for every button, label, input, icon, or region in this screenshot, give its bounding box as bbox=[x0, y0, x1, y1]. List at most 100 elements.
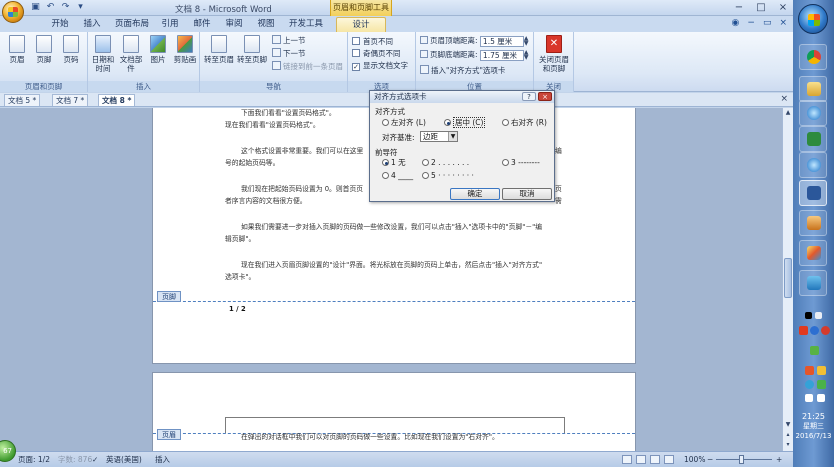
goto-footer-button[interactable]: 转至页脚 bbox=[237, 35, 267, 64]
next-section-button[interactable]: 下一节 bbox=[272, 48, 306, 59]
tab-insert[interactable]: 插入 bbox=[80, 17, 104, 32]
close-document-icon[interactable]: × bbox=[780, 94, 788, 104]
leader-dots-radio[interactable]: 2 . . . . . . . bbox=[422, 158, 469, 167]
file-manager-icon[interactable] bbox=[799, 76, 827, 102]
align-center-radio[interactable]: 居中 (C) bbox=[444, 117, 486, 128]
start-button[interactable] bbox=[798, 4, 828, 34]
align-left-radio[interactable]: 左对齐 (L) bbox=[382, 118, 426, 127]
header-top-input[interactable]: 1.5 厘米 bbox=[479, 35, 524, 47]
word-count[interactable]: 字数: 876 bbox=[58, 452, 92, 467]
leader-dashes-radio[interactable]: 3 -------- bbox=[502, 158, 540, 167]
tray-box-icon[interactable] bbox=[805, 312, 812, 319]
word-icon[interactable] bbox=[799, 180, 827, 206]
save-icon[interactable]: ▣ bbox=[30, 2, 41, 13]
scroll-up-icon[interactable]: ▲ bbox=[783, 108, 793, 118]
insert-alignment-tab-button[interactable]: 插入"对齐方式"选项卡 bbox=[420, 65, 505, 76]
doc-tab-8[interactable]: 文档 8 * bbox=[98, 94, 136, 106]
chrome-icon[interactable] bbox=[799, 44, 827, 70]
goto-header-button[interactable]: 转至页眉 bbox=[204, 35, 234, 64]
web-layout-icon[interactable] bbox=[650, 455, 660, 464]
tab-references[interactable]: 引用 bbox=[158, 17, 182, 32]
zoom-level[interactable]: 100% bbox=[684, 452, 705, 467]
tray-app-icon[interactable] bbox=[805, 380, 814, 389]
footer-page-number[interactable]: 1 / 2 bbox=[229, 303, 246, 315]
user-icon[interactable] bbox=[799, 210, 827, 236]
paint-icon[interactable] bbox=[799, 240, 827, 266]
redo-icon[interactable]: ↷ bbox=[60, 2, 71, 13]
maximize-button[interactable]: □ bbox=[755, 2, 767, 13]
dialog-close-button[interactable]: × bbox=[538, 92, 552, 101]
page-count[interactable]: 页面: 1/2 bbox=[18, 452, 50, 467]
language[interactable]: 英语(美国) bbox=[106, 452, 142, 467]
outline-icon[interactable] bbox=[664, 455, 674, 464]
zoom-slider[interactable] bbox=[716, 459, 772, 460]
ribbon-restore-icon[interactable]: ▭ bbox=[763, 18, 772, 28]
tray-volume-icon[interactable] bbox=[817, 394, 825, 402]
customize-icon[interactable]: ▾ bbox=[75, 2, 86, 13]
ie-icon[interactable] bbox=[799, 100, 827, 126]
media-icon[interactable] bbox=[799, 270, 827, 296]
tray-battery-icon[interactable] bbox=[810, 346, 819, 355]
previous-section-button[interactable]: 上一节 bbox=[272, 35, 306, 46]
tab-page-layout[interactable]: 页面布局 bbox=[112, 17, 152, 32]
leader-middle-dots-radio[interactable]: 5 · · · · · · · · bbox=[422, 171, 474, 180]
date-time-button[interactable]: 日期和时间 bbox=[91, 35, 115, 73]
office-button[interactable] bbox=[2, 1, 24, 23]
tray-app-icon[interactable] bbox=[817, 380, 826, 389]
quick-parts-button[interactable]: 文档部件 bbox=[117, 35, 145, 73]
minimize-button[interactable]: − bbox=[733, 2, 745, 13]
tab-home[interactable]: 开始 bbox=[44, 17, 76, 32]
tray-security-icon[interactable] bbox=[799, 326, 808, 335]
scroll-down-icon[interactable]: ▼ bbox=[783, 420, 793, 430]
full-screen-icon[interactable] bbox=[636, 455, 646, 464]
leader-none-radio[interactable]: 1 无 bbox=[382, 158, 406, 167]
different-first-page-checkbox[interactable]: 首页不同 bbox=[352, 36, 393, 47]
help-icon[interactable]: ◉ bbox=[732, 18, 740, 28]
close-button[interactable]: × bbox=[777, 2, 789, 13]
odd-even-pages-checkbox[interactable]: 奇偶页不同 bbox=[352, 48, 401, 59]
align-right-radio[interactable]: 右对齐 (R) bbox=[502, 118, 547, 127]
header-button[interactable]: 页眉 bbox=[6, 35, 28, 64]
tab-view[interactable]: 视图 bbox=[254, 17, 278, 32]
clip-art-button[interactable]: 剪贴画 bbox=[172, 35, 198, 64]
page-number-button[interactable]: 页码 bbox=[60, 35, 82, 64]
proofing-icon[interactable]: ✓ bbox=[92, 452, 98, 467]
excel-icon[interactable] bbox=[799, 126, 827, 152]
tray-app-icon[interactable] bbox=[821, 326, 830, 335]
zoom-slider-knob[interactable] bbox=[739, 455, 744, 464]
zoom-in-icon[interactable]: + bbox=[776, 452, 782, 467]
cancel-button[interactable]: 取消 bbox=[502, 188, 552, 200]
picture-button[interactable]: 图片 bbox=[147, 35, 169, 64]
clock-time[interactable]: 21:25 bbox=[793, 412, 834, 421]
align-base-select[interactable]: 边距 ▼ bbox=[420, 131, 458, 142]
ok-button[interactable]: 确定 bbox=[450, 188, 500, 200]
zoom-out-icon[interactable]: − bbox=[707, 452, 713, 467]
tab-design[interactable]: 设计 bbox=[336, 17, 386, 32]
tray-app-icon[interactable] bbox=[805, 366, 814, 375]
doc-tab-5[interactable]: 文档 5 * bbox=[4, 94, 41, 106]
ie-icon[interactable] bbox=[799, 152, 827, 178]
tab-mailings[interactable]: 邮件 bbox=[190, 17, 214, 32]
tray-network-icon[interactable] bbox=[805, 394, 813, 402]
previous-page-icon[interactable]: ▴ bbox=[783, 430, 793, 440]
print-layout-icon[interactable] bbox=[622, 455, 632, 464]
scroll-thumb[interactable] bbox=[784, 258, 792, 298]
footer-button[interactable]: 页脚 bbox=[33, 35, 55, 64]
tray-box-icon[interactable] bbox=[815, 312, 822, 319]
ribbon-close-icon[interactable]: × bbox=[779, 18, 787, 28]
dialog-help-button[interactable]: ? bbox=[522, 92, 536, 101]
next-page-icon[interactable]: ▾ bbox=[783, 440, 793, 450]
close-header-footer-button[interactable]: ✕ 关闭页眉和页脚 bbox=[537, 35, 571, 73]
footer-bottom-input[interactable]: 1.75 厘米 bbox=[479, 49, 524, 61]
tab-review[interactable]: 审阅 bbox=[222, 17, 246, 32]
vertical-scrollbar[interactable]: ▲ ▼ ▴ ▾ bbox=[782, 108, 793, 451]
doc-tab-7[interactable]: 文档 7 * bbox=[52, 94, 89, 106]
tab-developer[interactable]: 开发工具 bbox=[286, 17, 326, 32]
tray-app-icon[interactable] bbox=[817, 366, 826, 375]
spin-arrows-icon[interactable]: ▲ ▼ bbox=[524, 50, 531, 61]
undo-icon[interactable]: ↶ bbox=[45, 2, 56, 13]
link-to-previous-button[interactable]: 链接到前一条页眉 bbox=[272, 61, 343, 72]
ribbon-minimize-icon[interactable]: − bbox=[747, 18, 755, 28]
leader-underline-radio[interactable]: 4 ____ bbox=[382, 171, 413, 180]
tray-help-icon[interactable] bbox=[810, 326, 819, 335]
